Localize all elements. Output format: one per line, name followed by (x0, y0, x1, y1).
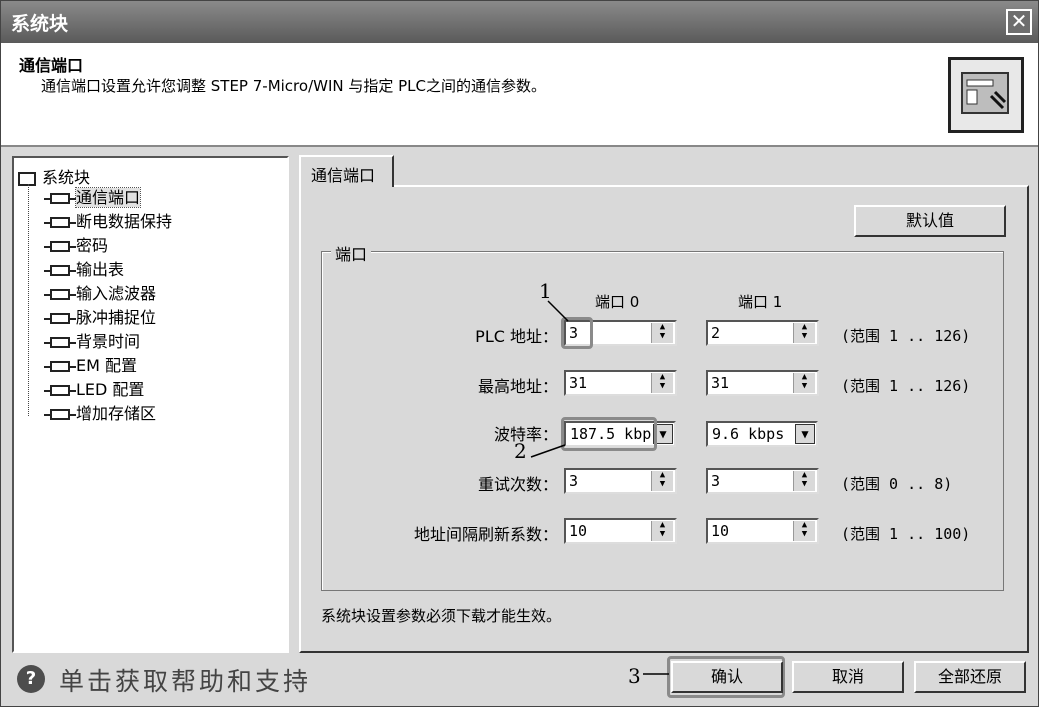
ok-button[interactable]: 确认 (671, 661, 783, 693)
max-address-port1-input[interactable]: 31 ▲ ▼ (706, 370, 819, 396)
tree-item-add-memory[interactable]: 增加存储区 (44, 400, 157, 423)
system-block-dialog: 系统块 ✕ 通信端口 通信端口设置允许您调整 STEP 7-Micro/WIN … (0, 0, 1039, 707)
header-title: 通信端口 (19, 56, 84, 75)
max-address-range: (范围 1 .. 126) (841, 377, 971, 395)
tree-item-input-filter[interactable]: 输入滤波器 (44, 280, 157, 303)
tree-item-retentive[interactable]: 断电数据保持 (44, 208, 173, 231)
port-group-label: 端口 (331, 241, 372, 265)
baud-rate-port1-select[interactable]: 9.6 kbps ▼ (706, 421, 818, 447)
callout-number-3: 3 (628, 664, 641, 688)
retry-count-port0-input[interactable]: 3 ▲ ▼ (564, 468, 677, 494)
spin-arrows-icon[interactable]: ▲ ▼ (793, 521, 815, 541)
plc-address-range: (范围 1 .. 126) (841, 327, 971, 345)
port1-column-header: 端口 1 (738, 293, 783, 311)
tree-item-output-table[interactable]: 输出表 (44, 256, 125, 279)
plc-address-label: PLC 地址： (475, 327, 558, 346)
help-link[interactable]: 单击获取帮助和支持 (59, 662, 311, 698)
tree-item-em-config[interactable]: EM 配置 (44, 352, 138, 375)
tree-item-label: 密码 (76, 236, 109, 255)
spin-arrows-icon[interactable]: ▲ ▼ (651, 373, 673, 393)
spin-arrows-icon[interactable]: ▲ ▼ (793, 323, 815, 343)
spin-value: 10 (711, 522, 730, 540)
download-note: 系统块设置参数必须下载才能生效。 (321, 607, 562, 625)
gap-update-port0-input[interactable]: 10 ▲ ▼ (564, 518, 677, 544)
hand-pointer-icon (966, 79, 1007, 110)
header-description: 通信端口设置允许您调整 STEP 7-Micro/WIN 与指定 PLC之间的通… (41, 77, 547, 95)
retry-count-port1-input[interactable]: 3 ▲ ▼ (706, 468, 819, 494)
node-icon (44, 193, 76, 204)
spin-arrows-icon[interactable]: ▲ ▼ (651, 323, 673, 343)
spin-arrows-icon[interactable]: ▲ ▼ (793, 471, 815, 491)
max-address-label: 最高地址： (477, 377, 558, 396)
tree-item-label: 背景时间 (76, 332, 141, 351)
tree-item-led-config[interactable]: LED 配置 (44, 376, 145, 399)
max-address-port0-input[interactable]: 31 ▲ ▼ (564, 370, 677, 396)
plc-address-port1-input[interactable]: 2 ▲ ▼ (706, 320, 819, 346)
cancel-button[interactable]: 取消 (792, 661, 904, 693)
spin-arrows-icon[interactable]: ▲ ▼ (651, 471, 673, 491)
tree-item-background-time[interactable]: 背景时间 (44, 328, 141, 351)
node-icon (44, 217, 76, 228)
callout-leader-2 (530, 444, 566, 458)
tree-connector (28, 184, 30, 416)
restore-all-button[interactable]: 全部还原 (914, 661, 1026, 693)
spin-value: 3 (569, 472, 579, 490)
tree-item-label: 增加存储区 (76, 404, 157, 423)
title-bar[interactable]: 系统块 ✕ (1, 1, 1038, 43)
header-panel: 通信端口 通信端口设置允许您调整 STEP 7-Micro/WIN 与指定 PL… (1, 43, 1038, 147)
node-icon (44, 265, 76, 276)
gap-update-port1-input[interactable]: 10 ▲ ▼ (706, 518, 819, 544)
retry-count-label: 重试次数： (477, 475, 558, 494)
gap-update-range: (范围 1 .. 100) (841, 525, 971, 543)
window-title: 系统块 (11, 13, 69, 35)
tree-item-label: 脉冲捕捉位 (76, 308, 157, 327)
plc-device-graphic (961, 72, 1009, 114)
close-button[interactable]: ✕ (1006, 9, 1032, 35)
default-values-button[interactable]: 默认值 (854, 205, 1006, 237)
callout-highlight-2 (561, 417, 657, 451)
help-icon[interactable]: ? (17, 665, 45, 693)
node-icon (44, 361, 76, 372)
node-icon (44, 385, 76, 396)
tree-item-label: 输出表 (76, 260, 125, 279)
tree-item-comm-port[interactable]: 通信端口 (44, 184, 142, 208)
navigation-tree[interactable]: 系统块 通信端口 断电数据保持 密码 输出表 输入滤波器 脉冲捕捉位 背景时间 … (12, 156, 289, 653)
spin-arrows-icon[interactable]: ▲ ▼ (793, 373, 815, 393)
tree-item-label: EM 配置 (76, 356, 138, 375)
tree-item-password[interactable]: 密码 (44, 232, 109, 255)
spin-value: 31 (569, 374, 588, 392)
node-icon (44, 289, 76, 300)
tree-item-label: LED 配置 (76, 380, 145, 399)
tree-item-label: 输入滤波器 (76, 284, 157, 303)
tree-item-pulse-catch[interactable]: 脉冲捕捉位 (44, 304, 157, 327)
tab-comm-port[interactable]: 通信端口 (299, 155, 394, 187)
spin-value: 10 (569, 522, 588, 540)
spin-value: 31 (711, 374, 730, 392)
spin-arrows-icon[interactable]: ▲ ▼ (651, 521, 673, 541)
node-icon (44, 241, 76, 252)
node-icon (44, 313, 76, 324)
retry-count-range: (范围 0 .. 8) (841, 475, 953, 493)
port0-column-header: 端口 0 (595, 293, 640, 311)
node-icon (44, 337, 76, 348)
node-icon (44, 409, 76, 420)
callout-leader-3 (643, 673, 669, 675)
tree-item-label: 断电数据保持 (76, 212, 173, 231)
folder-icon (18, 171, 36, 186)
callout-leader-1 (547, 300, 569, 322)
select-value: 9.6 kbps (712, 425, 785, 443)
callout-number-2: 2 (514, 439, 527, 463)
system-block-icon (948, 57, 1024, 133)
gap-update-label: 地址间隔刷新系数： (413, 525, 558, 544)
dropdown-arrow-icon[interactable]: ▼ (795, 424, 815, 444)
tree-item-label: 通信端口 (74, 187, 142, 208)
spin-value: 3 (711, 472, 721, 490)
spin-value: 2 (711, 324, 721, 342)
